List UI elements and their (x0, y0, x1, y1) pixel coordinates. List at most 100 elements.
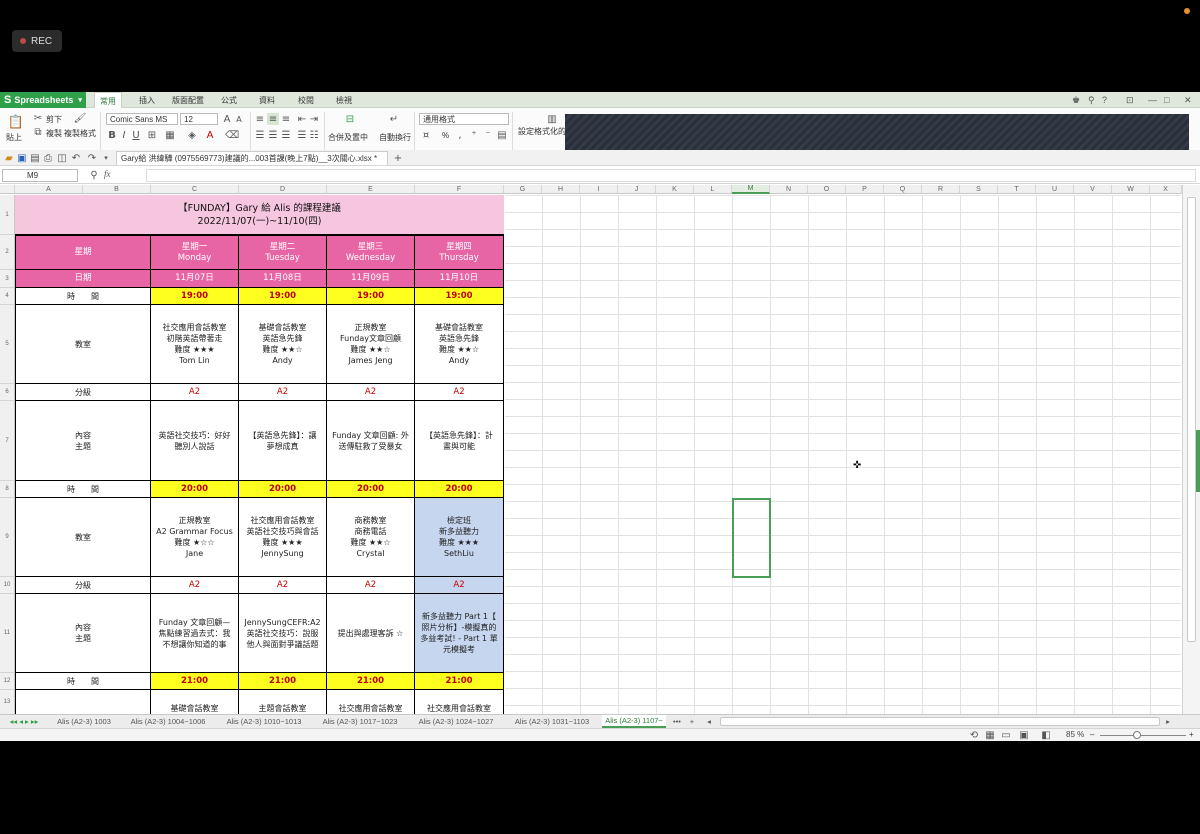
classroom-cell-highlighted[interactable]: 檢定班 新多益聽力 難度 ★★★ SethLiu (415, 498, 504, 577)
name-box[interactable]: M9 (2, 169, 78, 182)
time-cell[interactable]: 21:00 (151, 673, 239, 690)
sheet-tab-active[interactable]: Alis (A2-3) 1107~ (602, 715, 666, 728)
col-header-m[interactable]: M (732, 185, 770, 194)
date-thursday[interactable]: 11月10日 (415, 270, 504, 288)
scroll-left-icon[interactable]: ◂ (702, 715, 716, 728)
shrink-font-icon[interactable]: A (233, 113, 245, 125)
row-header-5[interactable]: 5 (0, 305, 15, 384)
merge-center-button[interactable]: 合併及置中 (328, 132, 368, 143)
normal-view-icon[interactable]: ▦ (984, 729, 996, 741)
row-header-8[interactable]: 8 (0, 481, 15, 498)
classroom-cell[interactable]: 正規教室 Funday文章回顧 難度 ★★☆ James Jeng (327, 305, 415, 384)
col-header-b[interactable]: B (83, 185, 151, 194)
bold-icon[interactable]: B (106, 129, 118, 141)
time-cell[interactable]: 20:00 (415, 481, 504, 498)
topic-cell[interactable]: 【英語急先鋒】：計 畫與可能 (415, 401, 504, 481)
label-date[interactable]: 日期 (15, 270, 151, 288)
time-cell[interactable]: 21:00 (239, 673, 327, 690)
col-header-a[interactable]: A (15, 185, 83, 194)
copy-button[interactable]: 複製 (46, 128, 62, 139)
distributed-icon[interactable]: ☷ (308, 129, 320, 141)
align-center-icon[interactable]: ☰ (267, 129, 279, 141)
topic-cell[interactable]: 英語社交技巧：好好 聽別人說話 (151, 401, 239, 481)
export-pdf-icon[interactable]: ▤ (29, 152, 41, 164)
topic-cell[interactable]: 【英語急先鋒】：讓 夢想成真 (239, 401, 327, 481)
classroom-cell[interactable]: 基礎會話教室 英語急先鋒 難度 ★★☆ Andy (415, 305, 504, 384)
level-cell[interactable]: A2 (239, 384, 327, 401)
label-topic[interactable]: 內容 主題 (15, 401, 151, 481)
row-header-6[interactable]: 6 (0, 384, 15, 401)
print-icon[interactable]: ⎙ (42, 152, 54, 164)
cut-button[interactable]: 剪下 (46, 114, 62, 125)
percent-button[interactable]: % (442, 131, 449, 140)
time-cell[interactable]: 21:00 (415, 673, 504, 690)
horizontal-scrollbar[interactable] (720, 717, 1160, 726)
tab-data[interactable]: 資料 (253, 92, 281, 108)
day-header-tuesday[interactable]: 星期二 Tuesday (239, 235, 327, 270)
font-name-select[interactable]: Comic Sans MS (106, 113, 178, 125)
col-header-e[interactable]: E (327, 185, 415, 194)
classroom-cell[interactable]: 正規教室 A2 Grammar Focus 難度 ★☆☆ Jane (151, 498, 239, 577)
tab-view[interactable]: 檢視 (330, 92, 358, 108)
label-classroom[interactable]: 教室 (15, 305, 151, 384)
italic-icon[interactable]: I (118, 129, 130, 141)
number-format-select[interactable]: 通用格式 (419, 113, 509, 125)
topic-cell[interactable]: Funday 文章回顧: 外 送傳駐救了受暴女 (327, 401, 415, 481)
zoom-in-icon[interactable]: + (1189, 730, 1194, 739)
col-header-q[interactable]: Q (884, 185, 922, 194)
col-header-u[interactable]: U (1036, 185, 1074, 194)
page-break-view-icon[interactable]: ▣ (1018, 729, 1030, 741)
row-header-2[interactable]: 2 (0, 235, 15, 270)
time-cell[interactable]: 19:00 (415, 288, 504, 305)
wrap-text-button[interactable]: 自動換行 (379, 132, 411, 143)
select-all-corner[interactable] (0, 185, 15, 194)
row-header-11[interactable]: 11 (0, 594, 15, 673)
cell-grid[interactable]: 【FUNDAY】Gary 給 Alis 的課程建議 2022/11/07(一)~… (15, 195, 1181, 715)
col-header-x[interactable]: X (1150, 185, 1182, 194)
format-painter-button[interactable]: 複製格式 (64, 128, 96, 139)
date-tuesday[interactable]: 11月08日 (239, 270, 327, 288)
add-sheet-icon[interactable]: + (686, 715, 698, 728)
sheet-nav-arrows-icon[interactable]: ◂◂ ◂ ▸ ▸▸ (4, 715, 44, 728)
borders-icon[interactable]: ⊞ (146, 129, 158, 141)
row-header-7[interactable]: 7 (0, 401, 15, 481)
col-header-o[interactable]: O (808, 185, 846, 194)
wrap-text-icon[interactable]: ↵ (386, 112, 402, 126)
sheet-tab[interactable]: Alis (A2-3) 1031~1103 (506, 715, 598, 728)
align-bottom-icon[interactable]: ≡ (280, 113, 292, 125)
decrease-decimal-icon[interactable]: ⁻ (482, 129, 494, 141)
font-size-select[interactable]: 12 (180, 113, 218, 125)
paste-icon[interactable]: 📋 (8, 114, 24, 130)
zoom-search-icon[interactable]: ⚲ (88, 169, 100, 181)
open-folder-icon[interactable]: ▰ (3, 152, 15, 164)
col-header-h[interactable]: H (542, 185, 580, 194)
minimize-button[interactable]: — (1148, 92, 1157, 108)
day-header-wednesday[interactable]: 星期三 Wednesday (327, 235, 415, 270)
scissors-icon[interactable]: ✂ (32, 112, 44, 124)
classroom-cell-partial[interactable]: 基礎會話教室 (151, 690, 239, 715)
col-header-v[interactable]: V (1074, 185, 1112, 194)
label-classroom-partial[interactable] (15, 690, 151, 715)
document-tab[interactable]: Gary給 洪緯驊 (0975569773)建議的...003首課(晚上7點)_… (116, 151, 388, 165)
label-topic[interactable]: 內容 主題 (15, 594, 151, 673)
underline-icon[interactable]: U (130, 129, 142, 141)
print-preview-icon[interactable]: ◫ (56, 152, 68, 164)
side-panel-handle[interactable] (1196, 430, 1200, 492)
app-menu-button[interactable]: S Spreadsheets ▾ (0, 92, 86, 108)
topic-cell[interactable]: Funday 文章回顧— 焦點練習過去式：我 不想讓你知道的事 (151, 594, 239, 673)
more-sheets-icon[interactable]: ••• (670, 715, 684, 728)
row-header-13[interactable]: 13 (0, 690, 15, 715)
align-top-icon[interactable]: ≡ (254, 113, 266, 125)
time-cell[interactable]: 19:00 (327, 288, 415, 305)
level-cell[interactable]: A2 (327, 577, 415, 594)
date-monday[interactable]: 11月07日 (151, 270, 239, 288)
zoom-slider-knob[interactable] (1133, 731, 1141, 739)
topic-cell[interactable]: JennySungCEFR:A2 英語社交技巧：說服 他人與面對爭議話題 (239, 594, 327, 673)
col-header-r[interactable]: R (922, 185, 960, 194)
level-cell[interactable]: A2 (151, 384, 239, 401)
align-middle-icon[interactable]: ≡ (267, 113, 279, 125)
redo-icon[interactable]: ↷ (86, 152, 98, 164)
time-cell[interactable]: 21:00 (327, 673, 415, 690)
save-icon[interactable]: ▣ (16, 152, 28, 164)
sheet-tab[interactable]: Alis (A2-3) 1024~1027 (410, 715, 502, 728)
